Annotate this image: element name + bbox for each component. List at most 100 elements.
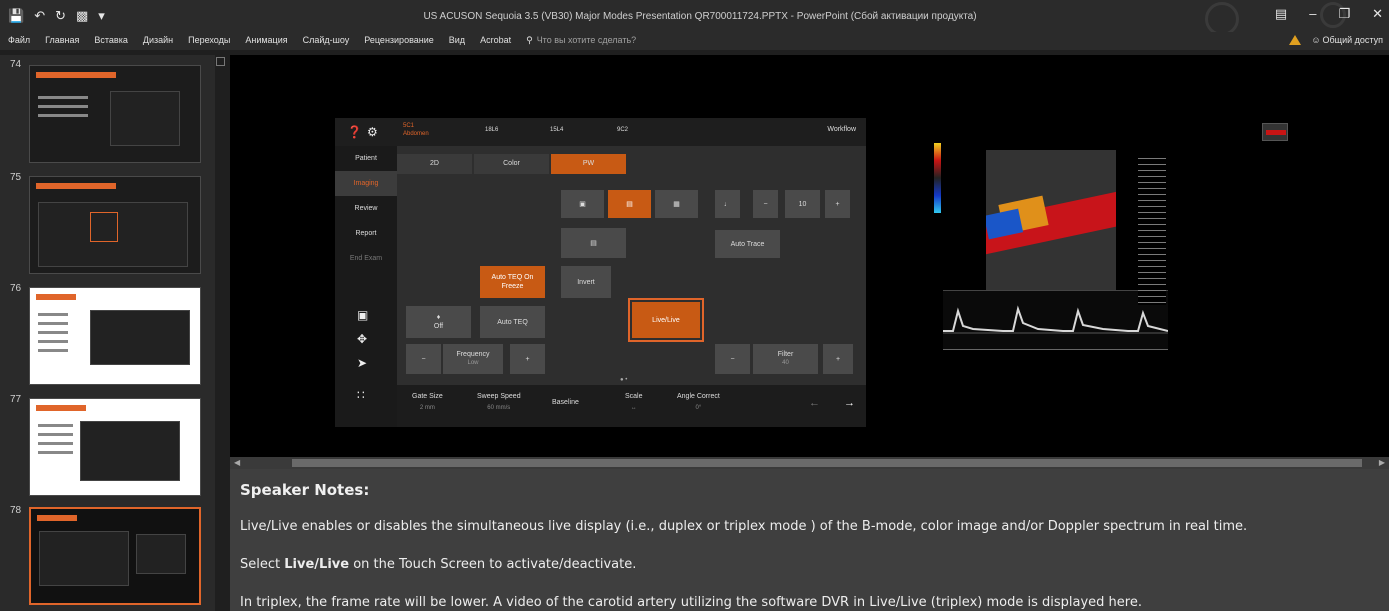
menu-report[interactable]: Report bbox=[335, 221, 397, 246]
thumbnail-text-lines bbox=[38, 424, 73, 460]
color-doppler-image bbox=[986, 150, 1116, 290]
display-format-button[interactable]: ▤ bbox=[561, 228, 626, 258]
scroll-right-icon[interactable]: ▶ bbox=[1379, 458, 1385, 467]
arrow-right-icon[interactable]: → bbox=[844, 397, 855, 409]
menu-end-exam[interactable]: End Exam bbox=[335, 246, 397, 271]
tab-view[interactable]: Вид bbox=[449, 35, 465, 46]
auto-teq-on-freeze-button[interactable]: Auto TEQ On Freeze bbox=[480, 266, 545, 298]
probe-bar: ❓ ⚙ 5C1 Abdomen 18L6 15L4 9C2 Workflow bbox=[335, 118, 866, 146]
quick-access-toolbar: 💾 ↶ ↻ ▩ ▾ bbox=[8, 8, 105, 24]
live-live-button[interactable]: Live/Live bbox=[632, 302, 700, 338]
arrow-left-icon[interactable]: ← bbox=[809, 397, 820, 409]
thumbnail-slide-74[interactable] bbox=[29, 65, 201, 163]
undo-icon[interactable]: ↶ bbox=[34, 8, 45, 24]
probe-9c2[interactable]: 9C2 bbox=[617, 126, 628, 134]
frequency-control[interactable]: Frequency Low bbox=[443, 344, 503, 374]
volume-plus-button[interactable]: + bbox=[825, 190, 850, 218]
probe-5c1[interactable]: 5C1 Abdomen bbox=[403, 122, 429, 138]
slide-horizontal-scrollbar[interactable]: ◀ ▶ bbox=[230, 457, 1389, 469]
color-scale-bar bbox=[934, 143, 941, 213]
scale-control[interactable]: Scale ↔ bbox=[625, 391, 643, 414]
menu-patient[interactable]: Patient bbox=[335, 146, 397, 171]
tab-home[interactable]: Главная bbox=[45, 35, 79, 46]
thumbnail-title-bar bbox=[36, 405, 86, 411]
speaker-notes-pane[interactable]: Speaker Notes: Live/Live enables or disa… bbox=[230, 469, 1389, 611]
frequency-plus-button[interactable]: + bbox=[510, 344, 545, 374]
sweep-speed-control[interactable]: Sweep Speed 60 mm/s bbox=[477, 391, 521, 414]
workflow-button[interactable]: Workflow bbox=[827, 126, 856, 133]
camera-icon[interactable]: ▣ bbox=[357, 308, 368, 322]
volume-value: 10 bbox=[785, 190, 820, 218]
off-button[interactable]: ♦ Off bbox=[406, 306, 471, 338]
filter-plus-button[interactable]: + bbox=[823, 344, 853, 374]
tab-design[interactable]: Дизайн bbox=[143, 35, 173, 46]
thumbnail-number: 74 bbox=[10, 59, 22, 70]
gate-size-control[interactable]: Gate Size 2 mm bbox=[412, 391, 443, 414]
tab-acrobat[interactable]: Acrobat bbox=[480, 35, 511, 46]
speaker-icon[interactable]: ♩ bbox=[715, 190, 740, 218]
tab-insert[interactable]: Вставка bbox=[94, 35, 127, 46]
restore-icon[interactable]: ❐ bbox=[1338, 6, 1350, 22]
doppler-spectrum bbox=[943, 290, 1168, 350]
thumbnail-slide-77[interactable] bbox=[29, 398, 201, 496]
mode-tabs: 2D Color PW bbox=[397, 154, 628, 174]
probe-15l4[interactable]: 15L4 bbox=[550, 126, 563, 134]
tab-2d[interactable]: 2D bbox=[397, 154, 472, 174]
display-format-button-active[interactable]: ▤ bbox=[608, 190, 651, 218]
auto-teq-button[interactable]: Auto TEQ bbox=[480, 306, 545, 338]
grid-icon[interactable]: ∷ bbox=[357, 388, 365, 402]
expand-icon[interactable]: ✥ bbox=[357, 332, 367, 346]
tab-animations[interactable]: Анимация bbox=[245, 35, 287, 46]
warning-icon[interactable] bbox=[1289, 35, 1302, 45]
color-map-preview bbox=[1262, 123, 1288, 141]
redo-icon[interactable]: ↻ bbox=[55, 8, 66, 24]
filter-minus-button[interactable]: − bbox=[715, 344, 750, 374]
angle-correct-control[interactable]: Angle Correct 0° bbox=[677, 391, 720, 414]
window-title: US ACUSON Sequoia 3.5 (VB30) Major Modes… bbox=[423, 11, 977, 22]
tab-pw[interactable]: PW bbox=[551, 154, 626, 174]
ultrasound-image bbox=[898, 115, 1338, 425]
help-icon[interactable]: ❓ bbox=[347, 125, 362, 139]
tell-me-input[interactable]: Что вы хотите сделать? bbox=[537, 35, 637, 46]
tab-review[interactable]: Рецензирование bbox=[364, 35, 434, 46]
notes-line-1: Live/Live enables or disables the simult… bbox=[240, 519, 1248, 534]
share-button[interactable]: Общий доступ bbox=[1323, 35, 1383, 45]
presentation-icon[interactable]: ▩ bbox=[76, 8, 88, 24]
probe-18l6[interactable]: 18L6 bbox=[485, 126, 498, 134]
tab-transitions[interactable]: Переходы bbox=[188, 35, 230, 46]
minimize-icon[interactable]: – bbox=[1309, 6, 1316, 22]
tab-color[interactable]: Color bbox=[474, 154, 549, 174]
thumbnail-slide-78[interactable] bbox=[29, 507, 201, 605]
gear-icon[interactable]: ⚙ bbox=[367, 125, 378, 139]
layout-icon: ▦ bbox=[673, 200, 680, 208]
tab-slideshow[interactable]: Слайд-шоу bbox=[303, 35, 350, 46]
thumbnail-text-lines bbox=[38, 96, 88, 123]
pane-collapse-handle[interactable] bbox=[216, 57, 225, 66]
display-format-button[interactable]: ▣ bbox=[561, 190, 604, 218]
baseline-control[interactable]: Baseline bbox=[552, 397, 579, 408]
invert-button[interactable]: Invert bbox=[561, 266, 611, 298]
thumbnail-slide-75[interactable] bbox=[29, 176, 201, 274]
display-format-button[interactable]: ▦ bbox=[655, 190, 698, 218]
touchscreen-bottom-bar: Gate Size 2 mm Sweep Speed 60 mm/s Baselin… bbox=[397, 385, 866, 427]
thumbnail-slide-76[interactable] bbox=[29, 287, 201, 385]
ribbon-display-icon[interactable]: ▤ bbox=[1275, 6, 1287, 22]
thumbnail-screenshot bbox=[80, 421, 180, 481]
ribbon-right: ☺ Общий доступ bbox=[1289, 35, 1383, 45]
save-icon[interactable]: 💾 bbox=[8, 8, 24, 24]
tab-file[interactable]: Файл bbox=[8, 35, 30, 46]
customize-icon[interactable]: ▾ bbox=[98, 8, 105, 24]
thumbnail-highlight bbox=[90, 212, 118, 242]
frequency-minus-button[interactable]: − bbox=[406, 344, 441, 374]
volume-minus-button[interactable]: − bbox=[753, 190, 778, 218]
close-icon[interactable]: ✕ bbox=[1372, 6, 1383, 22]
thumbnail-number: 77 bbox=[10, 394, 22, 405]
menu-review[interactable]: Review bbox=[335, 196, 397, 221]
filter-control[interactable]: Filter 40 bbox=[753, 344, 818, 374]
scroll-left-icon[interactable]: ◀ bbox=[234, 458, 240, 467]
menu-imaging[interactable]: Imaging bbox=[335, 171, 397, 196]
cursor-icon[interactable]: ➤ bbox=[357, 356, 367, 370]
scrollbar-thumb[interactable] bbox=[292, 459, 1362, 467]
auto-trace-button[interactable]: Auto Trace bbox=[715, 230, 780, 258]
title-bar: 💾 ↶ ↻ ▩ ▾ US ACUSON Sequoia 3.5 (VB30) M… bbox=[0, 0, 1389, 36]
